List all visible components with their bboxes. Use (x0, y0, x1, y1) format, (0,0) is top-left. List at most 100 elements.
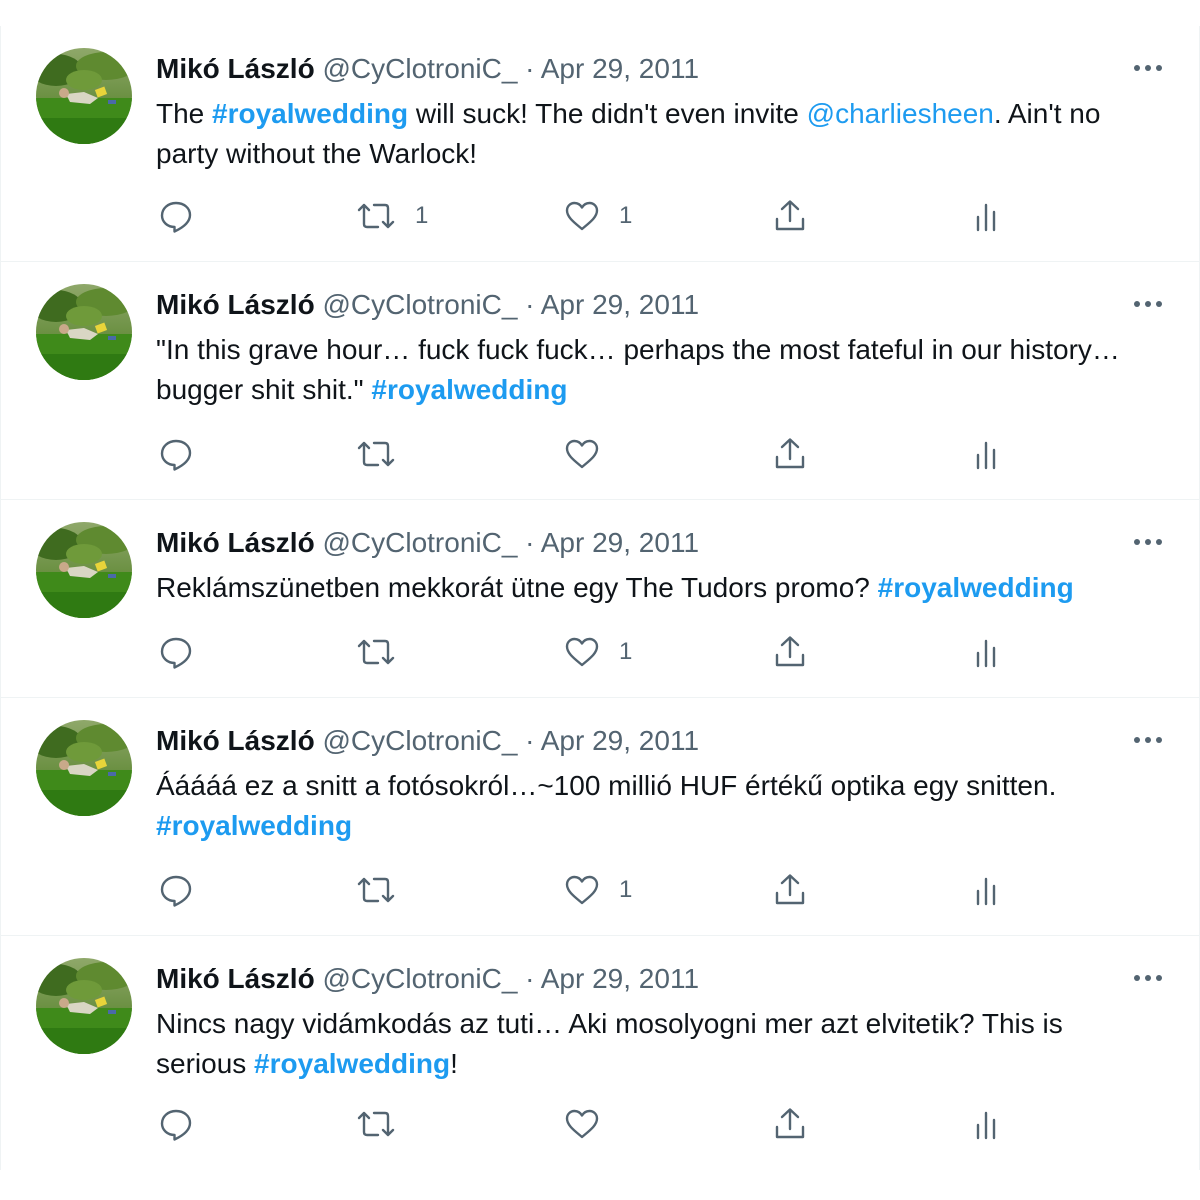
author-handle[interactable]: @CyClotroniC_ (322, 963, 517, 994)
tweet-date[interactable]: Apr 29, 2011 (541, 963, 699, 994)
timeline: Mikó László @CyClotroniC_ · Apr 29, 2011… (0, 26, 1200, 1170)
retweet-button[interactable] (355, 868, 397, 912)
reply-button[interactable] (157, 194, 195, 238)
tweet[interactable]: Mikó László @CyClotroniC_ · Apr 29, 2011… (1, 500, 1199, 698)
author-handle[interactable]: @CyClotroniC_ (322, 53, 517, 84)
ellipsis-icon (1134, 301, 1162, 307)
reply-icon (160, 875, 192, 907)
reply-button[interactable] (157, 868, 195, 912)
tweet-text: "In this grave hour… fuck fuck fuck… per… (156, 330, 1149, 410)
like-button[interactable]: 1 (563, 868, 632, 912)
avatar-image (36, 48, 132, 144)
reply-icon (160, 1109, 192, 1141)
tweet-date[interactable]: Apr 29, 2011 (541, 527, 699, 558)
reply-button[interactable] (157, 630, 195, 674)
author-handle[interactable]: @CyClotroniC_ (322, 289, 517, 320)
share-icon (775, 438, 805, 469)
like-count: 1 (619, 638, 633, 665)
tweet[interactable]: Mikó László @CyClotroniC_ · Apr 29, 2011… (1, 698, 1199, 936)
like-button[interactable]: 1 (563, 194, 632, 238)
retweet-button[interactable]: 1 (355, 194, 428, 238)
hashtag-link[interactable]: #royalwedding (212, 98, 408, 129)
text-segment: ! (450, 1048, 458, 1079)
author-handle[interactable]: @CyClotroniC_ (322, 725, 517, 756)
more-options-button[interactable] (1129, 528, 1167, 556)
views-icon (976, 639, 996, 668)
share-button[interactable] (771, 630, 809, 674)
tweet-date[interactable]: Apr 29, 2011 (541, 53, 699, 84)
separator-dot: · (517, 53, 541, 84)
mention-link[interactable]: @charliesheen (807, 98, 994, 129)
retweet-button[interactable] (355, 630, 397, 674)
reply-icon (160, 637, 192, 669)
tweet-header: Mikó László @CyClotroniC_ · Apr 29, 2011 (156, 526, 1119, 560)
author-name[interactable]: Mikó László (156, 53, 315, 84)
share-button[interactable] (771, 868, 809, 912)
hashtag-link[interactable]: #royalwedding (371, 374, 567, 405)
tweet-text: Reklámszünetben mekkorát ütne egy The Tu… (156, 568, 1149, 608)
more-options-button[interactable] (1129, 290, 1167, 318)
author-name[interactable]: Mikó László (156, 527, 315, 558)
views-icon (976, 203, 996, 232)
share-icon (775, 1108, 805, 1139)
share-button[interactable] (771, 194, 809, 238)
share-icon (775, 636, 805, 667)
text-segment: Reklámszünetben mekkorát ütne egy The Tu… (156, 572, 878, 603)
avatar-image (36, 522, 132, 618)
tweet-header: Mikó László @CyClotroniC_ · Apr 29, 2011 (156, 962, 1119, 996)
tweet[interactable]: Mikó László @CyClotroniC_ · Apr 29, 2011… (1, 262, 1199, 500)
more-options-button[interactable] (1129, 964, 1167, 992)
views-button[interactable] (967, 432, 1005, 476)
tweet-date[interactable]: Apr 29, 2011 (541, 725, 699, 756)
like-button[interactable] (563, 432, 601, 476)
reply-button[interactable] (157, 432, 195, 476)
retweet-button[interactable] (355, 432, 397, 476)
avatar[interactable] (36, 284, 132, 380)
more-options-button[interactable] (1129, 54, 1167, 82)
views-button[interactable] (967, 868, 1005, 912)
share-button[interactable] (771, 432, 809, 476)
like-count: 1 (619, 202, 633, 229)
separator-dot: · (517, 725, 541, 756)
views-button[interactable] (967, 194, 1005, 238)
retweet-icon (357, 441, 395, 467)
reply-button[interactable] (157, 1102, 195, 1146)
retweet-button[interactable] (355, 1102, 397, 1146)
author-name[interactable]: Mikó László (156, 289, 315, 320)
retweet-icon (357, 203, 395, 229)
text-segment: "In this grave hour… fuck fuck fuck… per… (156, 334, 1120, 405)
retweet-icon (357, 877, 395, 903)
author-name[interactable]: Mikó László (156, 725, 315, 756)
ellipsis-icon (1134, 65, 1162, 71)
hashtag-link[interactable]: #royalwedding (156, 810, 352, 841)
heart-icon (565, 439, 599, 469)
text-segment: Ááááá ez a snitt a fotósokról…~100 milli… (156, 770, 1057, 801)
avatar[interactable] (36, 958, 132, 1054)
ellipsis-icon (1134, 539, 1162, 545)
avatar-image (36, 720, 132, 816)
views-button[interactable] (967, 630, 1005, 674)
hashtag-link[interactable]: #royalwedding (878, 572, 1074, 603)
text-segment: will suck! The didn't even invite (408, 98, 807, 129)
like-button[interactable] (563, 1102, 601, 1146)
tweet-date[interactable]: Apr 29, 2011 (541, 289, 699, 320)
share-button[interactable] (771, 1102, 809, 1146)
more-options-button[interactable] (1129, 726, 1167, 754)
like-button[interactable]: 1 (563, 630, 632, 674)
heart-icon (565, 1109, 599, 1139)
views-button[interactable] (967, 1102, 1005, 1146)
author-handle[interactable]: @CyClotroniC_ (322, 527, 517, 558)
author-name[interactable]: Mikó László (156, 963, 315, 994)
like-count: 1 (619, 876, 633, 903)
ellipsis-icon (1134, 737, 1162, 743)
ellipsis-icon (1134, 975, 1162, 981)
retweet-icon (357, 1111, 395, 1137)
tweet[interactable]: Mikó László @CyClotroniC_ · Apr 29, 2011… (1, 26, 1199, 262)
avatar[interactable] (36, 522, 132, 618)
views-icon (976, 1111, 996, 1140)
avatar[interactable] (36, 720, 132, 816)
hashtag-link[interactable]: #royalwedding (254, 1048, 450, 1079)
heart-icon (565, 875, 599, 905)
avatar[interactable] (36, 48, 132, 144)
tweet[interactable]: Mikó László @CyClotroniC_ · Apr 29, 2011… (1, 936, 1199, 1170)
